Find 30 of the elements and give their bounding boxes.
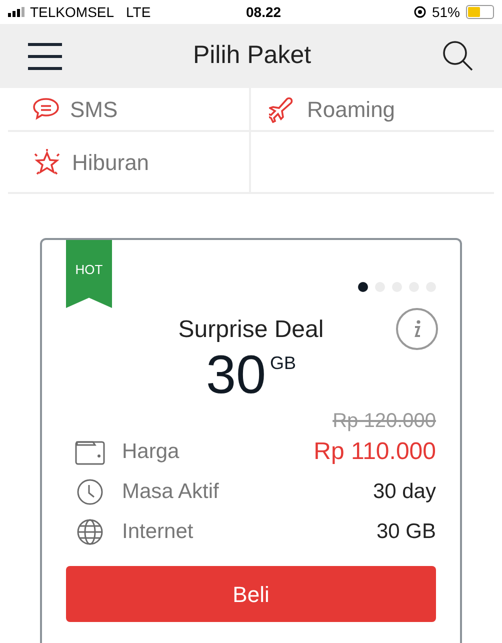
signal-icon: [8, 7, 26, 17]
clock-icon: [76, 478, 104, 506]
detail-label: Internet: [122, 519, 194, 546]
network-type: LTE: [126, 2, 151, 22]
clock-time: 08.22: [246, 2, 282, 22]
globe-icon: [76, 518, 104, 546]
menu-icon[interactable]: [28, 42, 62, 70]
detail-label: Masa Aktif: [122, 479, 220, 506]
rotation-lock-icon: [414, 6, 426, 18]
detail-value: Rp 110.000: [314, 437, 436, 467]
data-unit: GB: [270, 352, 296, 375]
category-item[interactable]: Hiburan: [32, 146, 150, 178]
carrier-name: TELKOMSEL: [30, 2, 114, 22]
data-amount: 30: [206, 348, 266, 402]
category-item[interactable]: Roaming: [269, 92, 396, 126]
category-item[interactable]: SMS: [32, 92, 118, 126]
search-icon[interactable]: [442, 40, 474, 72]
header-title: Pilih Paket: [192, 40, 312, 72]
detail-value: 30 GB: [376, 519, 436, 546]
info-icon[interactable]: [396, 308, 438, 350]
star-burst-icon: [32, 148, 62, 176]
detail-value: 30 day: [372, 479, 436, 506]
battery-icon: [466, 5, 494, 19]
original-price: Rp 120.000: [332, 409, 436, 434]
battery-percent: 51%: [432, 2, 460, 22]
package-name: Surprise Deal: [178, 315, 324, 345]
detail-label: Harga: [122, 439, 180, 466]
hot-ribbon: HOT: [66, 240, 112, 308]
chat-bubble-icon: [32, 96, 60, 122]
buy-button[interactable]: Beli: [66, 566, 436, 622]
